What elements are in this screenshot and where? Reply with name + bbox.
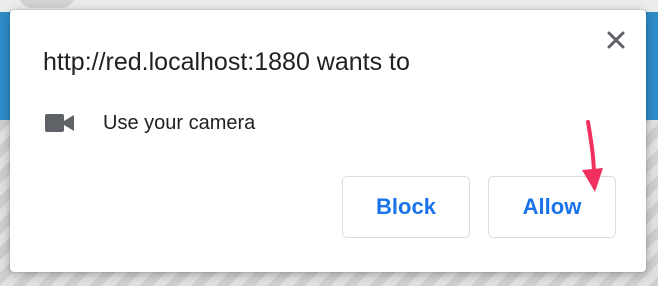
permission-dialog: http://red.localhost:1880 wants to Use y… — [10, 10, 646, 272]
camera-icon — [45, 112, 75, 134]
allow-button[interactable]: Allow — [488, 176, 616, 238]
permission-row: Use your camera — [45, 108, 255, 138]
block-button[interactable]: Block — [342, 176, 470, 238]
dialog-title: http://red.localhost:1880 wants to — [43, 48, 410, 76]
close-icon — [607, 31, 625, 49]
permission-label: Use your camera — [103, 111, 256, 134]
close-button[interactable] — [604, 28, 628, 52]
